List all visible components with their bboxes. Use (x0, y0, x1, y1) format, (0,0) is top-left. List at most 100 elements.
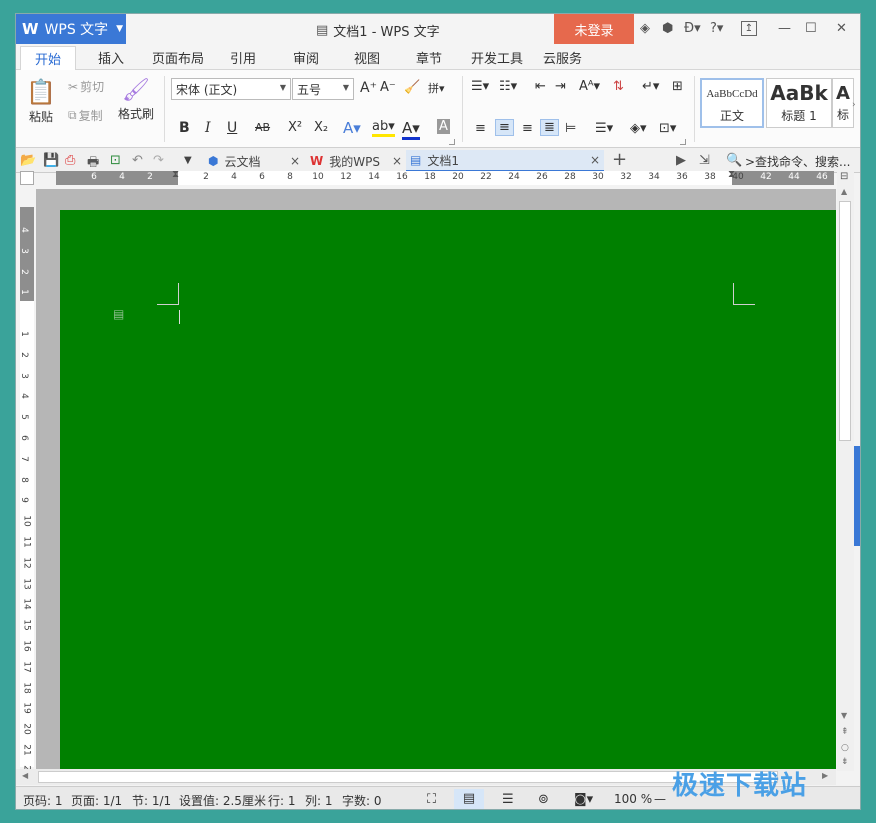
feedback-icon[interactable]: Ð▾ (684, 21, 701, 36)
minimize-icon[interactable]: — (778, 21, 791, 36)
align-left-icon[interactable]: ≡ (475, 121, 486, 136)
print-preview-icon[interactable]: ⊡ (110, 153, 121, 168)
maximize-icon[interactable]: ☐ (805, 21, 817, 36)
horizontal-scroll-thumb[interactable] (38, 771, 778, 783)
increase-indent-icon[interactable]: ⇥ (555, 79, 566, 94)
scroll-right-icon[interactable]: ▶ (822, 771, 828, 780)
borders-icon[interactable]: ⊡▾ (659, 121, 676, 136)
tab-references[interactable]: 引用 (230, 48, 256, 67)
text-effect-icon[interactable]: A▾ (343, 119, 361, 137)
document-page[interactable]: ▤ (60, 210, 836, 769)
prev-page-icon[interactable]: ⇞ (841, 727, 849, 737)
status-setting[interactable]: 设置值: 2.5厘米 (179, 792, 266, 809)
decrease-indent-icon[interactable]: ⇤ (535, 79, 546, 94)
open-icon[interactable]: 📂 (20, 153, 36, 168)
app-menu-button[interactable]: W WPS 文字 ▼ (16, 14, 126, 44)
shrink-font-icon[interactable]: A⁻ (380, 80, 396, 95)
doc-tab-document1[interactable]: ▤ 文档1 × (406, 150, 604, 172)
eye-protection-icon[interactable]: ◙▾ (574, 792, 593, 807)
align-center-icon[interactable]: ≡ (495, 119, 514, 136)
command-search-input[interactable]: >查找命令、搜索... (745, 153, 851, 170)
web-view-icon[interactable]: ⊚ (538, 792, 549, 807)
italic-button[interactable]: I (205, 120, 211, 136)
underline-button[interactable]: U (227, 120, 237, 136)
new-tab-icon[interactable]: + (612, 149, 627, 170)
customize-toolbar-icon[interactable]: ▼ (184, 155, 192, 166)
grow-font-icon[interactable]: A⁺ (360, 80, 377, 96)
login-button[interactable]: 未登录 (554, 14, 634, 44)
tab-developer[interactable]: 开发工具 (471, 48, 523, 67)
chevron-down-icon[interactable]: ▼ (116, 24, 123, 34)
vertical-scrollbar[interactable]: ⊟ ▲ ▼ ⇞ ○ ⇟ (837, 171, 854, 771)
next-page-icon[interactable]: ⇟ (841, 757, 849, 767)
scroll-left-icon[interactable]: ◀ (22, 771, 28, 780)
doc-tab-my-wps[interactable]: W 我的WPS × (306, 150, 402, 172)
close-icon[interactable]: × (590, 153, 600, 167)
numbering-icon[interactable]: ☷▾ (499, 79, 517, 94)
copy-button[interactable]: ⧉ 复制 (68, 107, 103, 124)
close-icon[interactable]: × (392, 154, 402, 168)
tab-review[interactable]: 审阅 (293, 48, 319, 67)
show-marks-icon[interactable]: ↵▾ (642, 79, 659, 94)
undo-icon[interactable]: ↶ (132, 153, 143, 168)
tab-page-layout[interactable]: 页面布局 (152, 48, 204, 67)
paste-button[interactable]: 📋 粘贴 (26, 78, 56, 125)
tab-home[interactable]: 开始 (20, 46, 77, 71)
font-size-select[interactable]: 五号 ▼ (292, 78, 354, 100)
table-icon[interactable]: ⊞ (672, 79, 683, 94)
scroll-down-icon[interactable]: ▼ (841, 711, 847, 720)
superscript-button[interactable]: X² (288, 120, 302, 135)
help-icon[interactable]: ?▾ (710, 21, 723, 36)
side-panel-toggle[interactable] (854, 446, 860, 546)
styles-scroll-icon[interactable]: › (852, 100, 856, 110)
subscript-button[interactable]: X₂ (314, 120, 328, 135)
tab-view[interactable]: 视图 (354, 48, 380, 67)
select-browse-icon[interactable]: ○ (841, 743, 849, 753)
bold-button[interactable]: B (179, 120, 190, 136)
page-view-icon[interactable]: ▤ (454, 789, 484, 809)
format-painter-button[interactable]: 🖌 格式刷 (118, 78, 154, 122)
cut-button[interactable]: ✂ 剪切 (68, 78, 104, 95)
char-shading-icon[interactable]: A (437, 119, 450, 134)
settings-icon[interactable]: ⬢ (662, 21, 673, 36)
paragraph-layout-icon[interactable]: ▤ (113, 307, 124, 321)
style-normal[interactable]: AaBbCcDd 正文 (700, 78, 764, 128)
tab-chapter[interactable]: 章节 (416, 48, 442, 67)
align-right-icon[interactable]: ≡ (522, 121, 533, 136)
doc-tab-cloud[interactable]: ⬢ 云文档 × (204, 150, 300, 172)
line-spacing-icon[interactable]: ☰▾ (595, 121, 613, 136)
zoom-level[interactable]: 100 % (614, 792, 652, 806)
send-icon[interactable]: ⇲ (699, 153, 710, 168)
vertical-scroll-thumb[interactable] (839, 201, 851, 441)
strikethrough-button[interactable]: AB (255, 121, 270, 134)
tab-cloud-service[interactable]: 云服务 (543, 48, 582, 67)
right-indent-marker-icon[interactable]: ⧗ (728, 169, 735, 180)
tab-insert[interactable]: 插入 (98, 48, 124, 67)
slideshow-icon[interactable]: ▶ (676, 153, 686, 168)
shading-icon[interactable]: ◈▾ (630, 121, 647, 136)
scroll-up-icon[interactable]: ▲ (841, 187, 847, 196)
paragraph-dialog-launcher-icon[interactable] (680, 139, 686, 145)
clear-format-icon[interactable]: 🧹 (404, 80, 420, 95)
ruler-corner[interactable] (20, 171, 34, 185)
ruler-toggle-icon[interactable]: ⊟ (840, 171, 848, 182)
change-case-icon[interactable]: Aᴬ▾ (579, 79, 600, 94)
vertical-ruler[interactable]: 432112345678910111213141516171819202122 (19, 207, 34, 777)
bullets-icon[interactable]: ☰▾ (471, 79, 489, 94)
highlight-icon[interactable]: ab▾ (372, 119, 395, 137)
font-name-select[interactable]: 宋体 (正文) ▼ (171, 78, 291, 100)
export-pdf-icon[interactable]: ⎙ (65, 153, 75, 168)
collapse-ribbon-icon[interactable]: ↥ (741, 21, 757, 36)
phonetic-guide-icon[interactable]: 拼▾ (428, 80, 445, 96)
outline-view-icon[interactable]: ☰ (502, 792, 514, 807)
save-icon[interactable]: 💾 (43, 153, 59, 168)
skin-icon[interactable]: ◈ (640, 21, 650, 36)
horizontal-ruler[interactable]: 6 4 2 2 4 6 8 10 12 14 16 18 20 22 24 26 28 30 32 34 36 38 40 4… (56, 169, 834, 185)
font-color-icon[interactable]: A▾ (402, 119, 420, 140)
justify-icon[interactable]: ≣ (540, 119, 559, 136)
zoom-out-icon[interactable]: — (654, 792, 666, 806)
indent-marker-icon[interactable]: ⧗ (172, 169, 179, 180)
style-heading2[interactable]: A 标 (832, 78, 854, 128)
redo-icon[interactable]: ↷ (153, 153, 164, 168)
fullscreen-icon[interactable]: ⛶ (427, 792, 436, 807)
